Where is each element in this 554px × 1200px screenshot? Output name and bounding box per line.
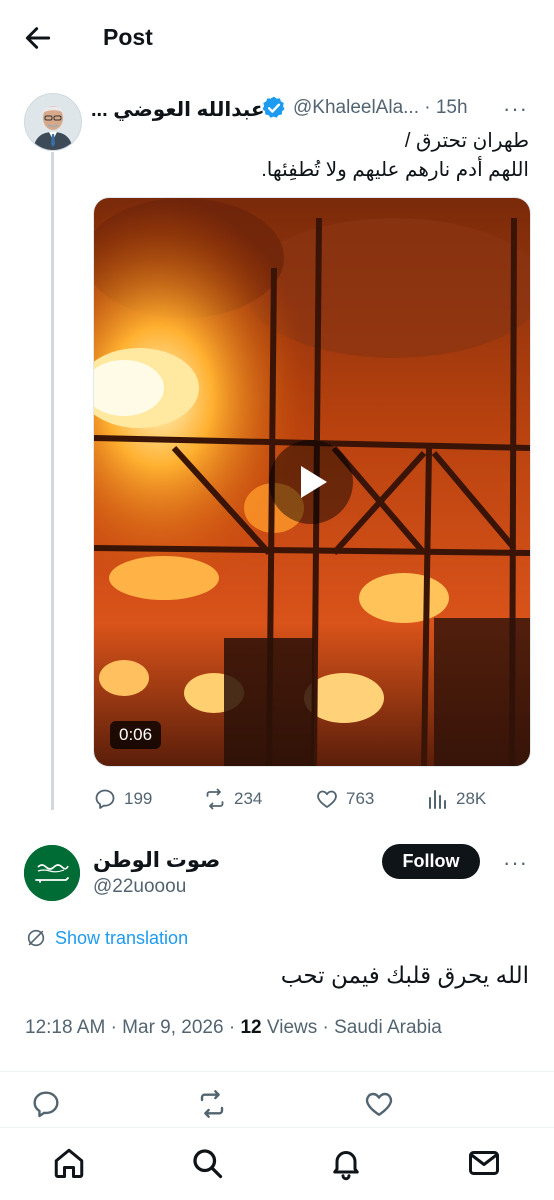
tweet-time[interactable]: 12:18 AM — [25, 1017, 105, 1038]
play-icon — [301, 466, 327, 498]
author-handle-time: @KhaleelAla... · 15h — [293, 97, 468, 119]
views-label: Views — [266, 1017, 318, 1038]
reply-icon — [95, 789, 115, 809]
reply-count: 199 — [124, 789, 153, 808]
author-handle[interactable]: @KhaleelAla... — [293, 97, 419, 118]
author-name[interactable]: ... عبدالله العوضي — [91, 97, 265, 122]
tweet-text: الله يحرق قلبك فيمن تحب — [280, 962, 529, 988]
follow-button[interactable]: Follow — [382, 844, 480, 879]
saudi-flag-icon — [24, 845, 80, 901]
post-time: · 15h — [424, 97, 468, 118]
repost-icon — [206, 788, 224, 810]
repost-icon[interactable] — [196, 1088, 228, 1120]
show-translation-link[interactable]: Show translation — [25, 927, 188, 949]
page-title: Post — [103, 24, 153, 50]
person-portrait-icon — [25, 94, 81, 150]
notifications-bell-icon[interactable] — [328, 1145, 364, 1181]
views-count: 12 — [240, 1017, 262, 1038]
separator-dot: · — [322, 1017, 335, 1038]
author-handle[interactable]: @22uooou — [93, 876, 186, 898]
tweet-text-line: اللهم أدم نارهم عليهم ولا تُطفِئها. — [261, 159, 529, 181]
translate-icon — [27, 929, 45, 947]
repost-stat[interactable]: 234 — [203, 786, 262, 812]
repost-count: 234 — [234, 789, 263, 808]
tweet-location: Saudi Arabia — [334, 1017, 442, 1038]
author-avatar[interactable] — [24, 93, 82, 151]
tweet-date[interactable]: Mar 9, 2026 — [122, 1017, 223, 1038]
top-bar — [0, 0, 554, 78]
heart-icon — [317, 790, 337, 808]
verified-badge-icon — [262, 96, 285, 118]
home-icon[interactable] — [51, 1145, 87, 1181]
author-name[interactable]: صوت الوطن — [93, 848, 220, 873]
analytics-icon — [429, 790, 446, 809]
back-arrow-icon[interactable] — [22, 22, 54, 54]
separator-dot: · — [228, 1017, 241, 1038]
play-button[interactable] — [269, 440, 353, 524]
search-icon[interactable] — [189, 1145, 225, 1181]
more-options-icon[interactable]: ··· — [503, 96, 528, 122]
thread-connector-line — [51, 152, 54, 810]
more-options-icon[interactable]: ··· — [503, 850, 528, 876]
heart-icon[interactable] — [363, 1088, 395, 1120]
views-stat[interactable]: 28K — [425, 786, 486, 812]
divider — [0, 1071, 554, 1072]
show-translation-label: Show translation — [55, 927, 189, 948]
reply-stat[interactable]: 199 — [93, 786, 152, 812]
tweet-text-line: طهران تحترق / — [404, 130, 529, 152]
messages-envelope-icon[interactable] — [466, 1145, 502, 1181]
tweet-metadata: 12:18 AM · Mar 9, 2026 · 12 Views · Saud… — [25, 1017, 442, 1039]
views-count: 28K — [456, 789, 487, 808]
video-duration-badge: 0:06 — [110, 721, 162, 749]
reply-icon[interactable] — [30, 1088, 62, 1120]
separator-dot: · — [110, 1017, 123, 1038]
like-count: 763 — [346, 789, 375, 808]
like-stat[interactable]: 763 — [315, 786, 374, 812]
author-avatar[interactable] — [24, 845, 80, 901]
